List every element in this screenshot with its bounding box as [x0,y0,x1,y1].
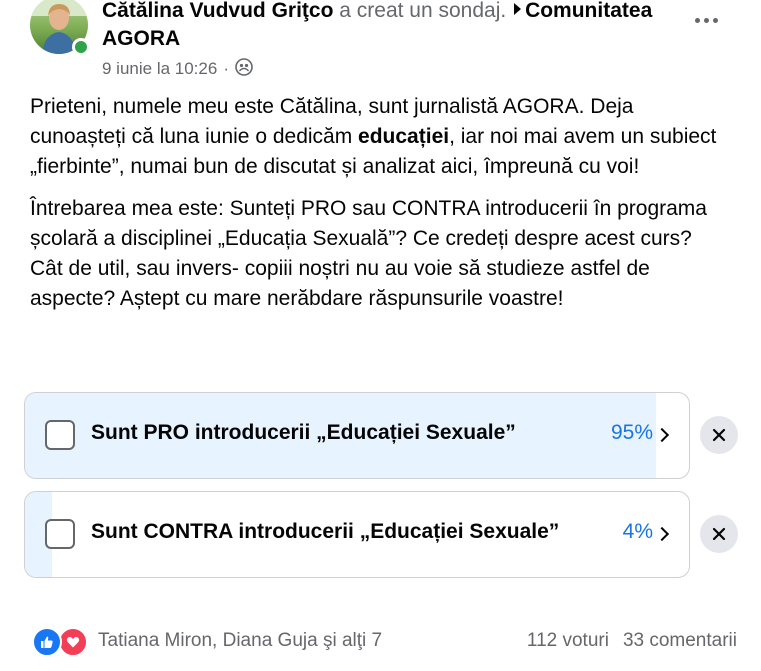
online-status-dot [72,38,90,56]
remove-option-button[interactable] [700,416,738,454]
author-name-link[interactable]: Cătălina Vudvud Griţco [102,0,333,22]
comments-count-link[interactable]: 33 comentarii [623,630,737,652]
poll-option-percent: 4% [622,520,653,543]
reaction-icons[interactable] [32,627,90,657]
post-footer: Tatiana Miron, Diana Guja şi alţi 7 112 … [32,626,737,657]
separator-dot: · [223,59,229,78]
love-icon [58,627,88,657]
poll-option-contra[interactable]: Sunt CONTRA introducerii „Educației Sexu… [24,491,690,578]
dot-icon [694,17,700,23]
more-options-button[interactable] [690,4,722,36]
chevron-right-icon[interactable] [654,427,670,443]
post-header: Cătălina Vudvud Griţco a creat un sondaj… [102,0,692,53]
poll-checkbox[interactable] [45,420,75,450]
votes-count-link[interactable]: 112 voturi [527,630,609,652]
post-timestamp-link[interactable]: 9 iunie la 10:26 [102,59,217,79]
reactors-link[interactable]: Tatiana Miron, Diana Guja şi alţi 7 [98,630,382,652]
poll-option-label: Sunt PRO introducerii „Educației Sexuale… [91,421,516,444]
close-icon [712,527,726,541]
post-paragraph-1: Prieteni, numele meu este Cătălina, sunt… [30,92,730,182]
timestamp-row: 9 iunie la 10:26 · [102,57,253,81]
remove-option-button[interactable] [700,515,738,553]
chevron-right-icon[interactable] [654,526,670,542]
like-icon [32,627,62,657]
poll-option-label: Sunt CONTRA introducerii „Educației Sexu… [91,520,560,543]
right-arrow-icon [514,3,522,15]
post-text: Prieteni, numele meu este Cătălina, sunt… [30,92,730,326]
close-icon [712,428,726,442]
bold-keyword: educației [358,125,450,148]
dot-icon [712,17,718,23]
group-audience-icon[interactable] [235,57,253,81]
poll-checkbox[interactable] [45,519,75,549]
post-action-text: a creat un sondaj. [339,0,507,22]
dot-icon [703,17,709,23]
poll-option-percent: 95% [610,421,653,444]
poll-option-pro[interactable]: Sunt PRO introducerii „Educației Sexuale… [24,392,690,479]
post-paragraph-2: Întrebarea mea este: Sunteți PRO sau CON… [30,197,707,310]
